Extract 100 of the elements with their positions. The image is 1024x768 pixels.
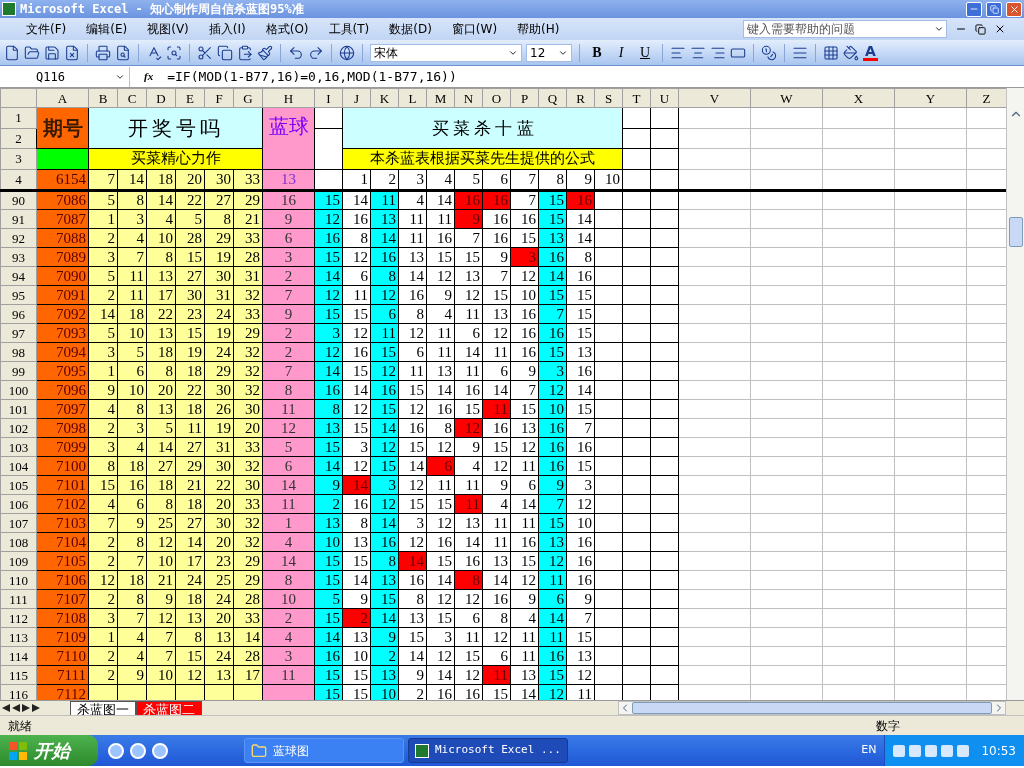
status-mode: 数字 (876, 717, 901, 735)
font-color-button[interactable]: A (863, 44, 878, 61)
tray-icon[interactable] (941, 744, 954, 757)
column-header[interactable]: K (370, 88, 399, 108)
excel-icon (2, 2, 16, 16)
quick-launch-icon[interactable] (108, 742, 124, 759)
column-header[interactable]: R (566, 88, 595, 108)
window-title: Microsoft Excel - 知心制作周自信杀蓝图95%准 (20, 1, 304, 18)
formula-field[interactable]: =IF(MOD(1-B77,16)=0,16,MOD(1-B77,16)) (167, 66, 457, 87)
quick-launch-icon[interactable] (130, 742, 146, 759)
excel-icon (415, 743, 429, 758)
column-header[interactable]: D (146, 88, 176, 108)
tray-icon[interactable] (957, 744, 970, 757)
column-header[interactable]: U (650, 88, 679, 108)
horizontal-scrollbar[interactable] (618, 701, 1006, 715)
column-header[interactable]: W (750, 88, 823, 108)
italic-button[interactable]: I (611, 42, 631, 63)
row-header[interactable]: 2 (0, 128, 37, 149)
sheet-tab[interactable]: 杀蓝图二 (136, 700, 202, 716)
folder-icon (251, 742, 267, 759)
column-header[interactable]: P (510, 88, 539, 108)
close-icon[interactable] (994, 23, 1006, 35)
taskbar-button[interactable]: 蓝球图 (244, 738, 404, 763)
language-indicator[interactable]: EN (861, 742, 877, 759)
redo-icon[interactable] (308, 44, 324, 61)
menu-item[interactable]: 文件(F) (16, 20, 77, 38)
menu-item[interactable]: 帮助(H) (507, 20, 570, 38)
undo-icon[interactable] (288, 44, 304, 61)
menu-item[interactable]: 格式(O) (255, 20, 319, 38)
cell: 买 菜 杀 十 蓝 (342, 107, 623, 149)
quick-launch-icon[interactable] (152, 742, 168, 759)
status-text: 就绪 (8, 717, 32, 735)
cell: 蓝球 (262, 107, 315, 169)
tray-icon[interactable] (893, 744, 906, 757)
menu-item[interactable]: 插入(I) (198, 20, 256, 38)
close-icon (1008, 3, 1020, 15)
name-box[interactable]: Q116 (0, 66, 130, 87)
column-header[interactable]: L (398, 88, 427, 108)
cell: 本杀蓝表根据买菜先生提供的公式 (342, 148, 623, 169)
column-header[interactable]: A (36, 88, 89, 108)
scroll-thumb[interactable] (632, 702, 992, 714)
fill-color-icon[interactable] (843, 44, 859, 61)
column-header[interactable]: C (117, 88, 147, 108)
menu-item[interactable]: 工具(T) (318, 20, 380, 38)
column-header[interactable]: V (678, 88, 751, 108)
copy-icon[interactable] (217, 44, 233, 61)
column-header[interactable]: Y (894, 88, 967, 108)
tray-icon[interactable] (909, 744, 922, 757)
sheet-tab[interactable]: 杀蓝图一 (70, 700, 136, 716)
paste-icon[interactable] (237, 44, 253, 61)
column-header[interactable]: F (204, 88, 234, 108)
row-header[interactable]: 3 (0, 148, 37, 169)
folder-icon[interactable] (24, 44, 40, 61)
restore-button[interactable] (986, 1, 1002, 17)
new-file-icon[interactable] (4, 44, 20, 61)
windows-logo-icon (8, 740, 28, 761)
column-header[interactable]: H (262, 88, 315, 108)
minimize-button[interactable] (966, 1, 982, 17)
function-label[interactable]: fx (130, 68, 168, 85)
column-header[interactable]: O (482, 88, 511, 108)
close-button[interactable] (1006, 1, 1022, 17)
tray-icon[interactable] (925, 744, 938, 757)
column-header[interactable]: M (426, 88, 455, 108)
row-header[interactable]: 4 (0, 169, 37, 191)
column-header[interactable]: Q (538, 88, 567, 108)
row-header[interactable]: 1 (0, 107, 37, 128)
dropdown-icon[interactable] (934, 24, 944, 34)
font-field[interactable]: 宋体 (370, 43, 522, 62)
column-header[interactable]: G (233, 88, 263, 108)
restore-icon[interactable] (975, 23, 986, 35)
cut-icon[interactable] (197, 44, 213, 61)
menu-item[interactable]: 数据(D) (379, 20, 442, 38)
restore-icon (989, 4, 999, 14)
column-header[interactable]: B (88, 88, 118, 108)
menu-item[interactable]: 窗口(W) (441, 20, 508, 38)
coins-icon[interactable] (761, 44, 777, 61)
column-header[interactable]: N (454, 88, 483, 108)
help-search-field[interactable]: 键入需要帮助的问题 (743, 20, 947, 38)
cell: 期号 (36, 107, 89, 149)
column-header[interactable]: I (314, 88, 343, 108)
taskbar-button[interactable]: Microsoft Excel ... (408, 738, 568, 763)
vertical-scrollbar[interactable] (1006, 88, 1024, 700)
column-header[interactable]: X (822, 88, 895, 108)
cell: 开奖号吗 (88, 107, 263, 149)
format-painter-icon[interactable] (257, 44, 273, 61)
column-header[interactable]: J (342, 88, 371, 108)
menu-item[interactable]: 编辑(E) (76, 20, 138, 38)
borders-icon[interactable] (823, 44, 839, 61)
print-preview-icon[interactable] (115, 44, 131, 61)
column-header[interactable]: S (594, 88, 623, 108)
menu-item[interactable]: 视图(V) (137, 20, 199, 38)
column-header[interactable]: E (175, 88, 205, 108)
font-size-field[interactable]: 12 (526, 43, 572, 62)
spell-check-icon[interactable] (146, 44, 162, 61)
underline-button[interactable]: U (635, 42, 655, 63)
printer-icon[interactable] (95, 44, 111, 61)
column-header[interactable]: T (622, 88, 651, 108)
bold-button[interactable]: B (587, 42, 607, 63)
scroll-thumb[interactable] (1008, 217, 1023, 247)
save-icon[interactable] (44, 44, 60, 61)
